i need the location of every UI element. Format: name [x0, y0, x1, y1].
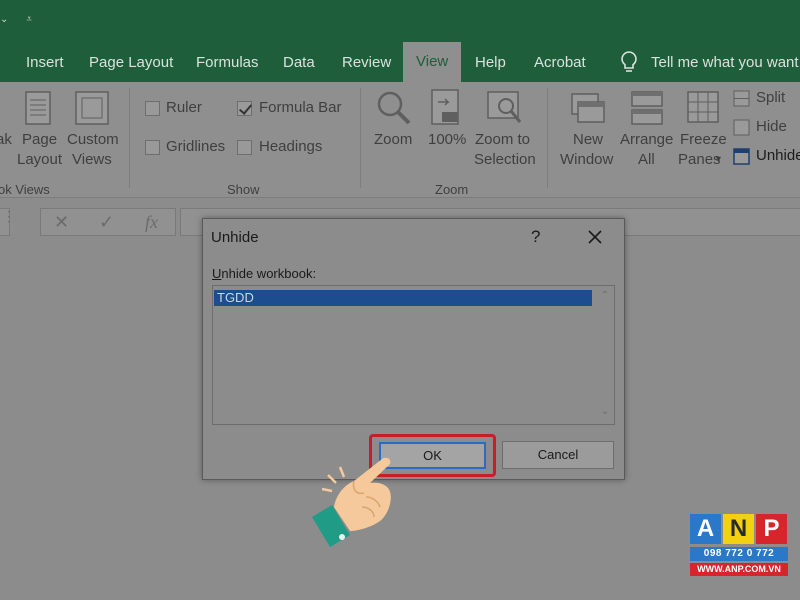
help-button[interactable]: ?: [531, 227, 540, 247]
arrange-all-line2[interactable]: All: [638, 150, 655, 170]
zoom-magnifier-icon[interactable]: [376, 90, 412, 126]
arrange-all-icon[interactable]: [630, 90, 664, 126]
lightbulb-icon: [621, 51, 637, 72]
ribbon-separator: [547, 88, 548, 188]
workbook-listbox[interactable]: TGDD ⌃ ⌄: [212, 285, 615, 425]
tab-page-layout[interactable]: Page Layout: [89, 54, 173, 71]
unhide-label[interactable]: Unhide: [756, 146, 800, 166]
custom-views-button-line2[interactable]: Views: [72, 150, 112, 170]
headings-label: Headings: [259, 138, 323, 155]
insert-function-icon[interactable]: fx: [145, 212, 158, 233]
custom-views-icon[interactable]: [74, 90, 110, 126]
list-item[interactable]: TGDD: [214, 290, 592, 306]
tab-data[interactable]: Data: [283, 54, 315, 71]
anp-letters: A N P: [690, 514, 788, 544]
unhide-icon[interactable]: [733, 148, 750, 165]
qat-customize-icon[interactable]: ⩡: [26, 14, 32, 25]
hide-label[interactable]: Hide: [756, 117, 787, 137]
hide-icon[interactable]: [733, 119, 750, 136]
logo-phone: 098 772 0 772: [690, 547, 788, 561]
logo-letter-n: N: [723, 514, 754, 544]
title-bar: ⌄ ⩡: [0, 0, 800, 42]
zoom-100-button-label[interactable]: 100%: [428, 130, 466, 150]
quick-access-toolbar: ⌄ ⩡: [0, 14, 32, 25]
gridlines-label: Gridlines: [166, 138, 226, 155]
tab-help[interactable]: Help: [475, 54, 506, 71]
unhide-workbook-label: Unhide workbook:: [212, 266, 316, 281]
tell-me-search[interactable]: Tell me what you want: [651, 54, 799, 71]
split-label[interactable]: Split: [756, 88, 785, 108]
zoom-to-selection-line2[interactable]: Selection: [474, 150, 536, 170]
new-window-line1[interactable]: New: [573, 130, 603, 150]
logo-url: WWW.ANP.COM.VN: [690, 563, 788, 576]
freeze-panes-dropdown-icon[interactable]: ▾: [716, 150, 721, 170]
unhide-dialog: Unhide ? Unhide workbook: TGDD ⌃ ⌄ OK Ca…: [202, 218, 625, 480]
qat-arrow-icon[interactable]: ⌄: [0, 14, 8, 25]
accelerator-key: U: [212, 266, 222, 281]
pointing-hand-icon: [312, 457, 391, 547]
tab-insert[interactable]: Insert: [26, 54, 64, 71]
cancel-entry-icon[interactable]: ✕: [54, 212, 69, 233]
zoom-to-selection-line1[interactable]: Zoom to: [475, 130, 530, 150]
freeze-panes-line1[interactable]: Freeze: [680, 130, 727, 150]
ribbon-separator: [360, 88, 361, 188]
scroll-up-icon[interactable]: ⌃: [598, 290, 612, 302]
formula-bar-label: Formula Bar: [259, 99, 342, 116]
page-layout-icon[interactable]: [24, 90, 52, 126]
ribbon-tab-bar: Insert Page Layout Formulas Data Review …: [0, 42, 800, 82]
logo-letter-a: A: [690, 514, 721, 544]
page-layout-button-line2[interactable]: Layout: [17, 150, 62, 170]
headings-checkbox[interactable]: [237, 140, 252, 155]
freeze-panes-icon[interactable]: [686, 90, 720, 126]
ribbon-separator: [129, 88, 130, 188]
enter-entry-icon[interactable]: ✓: [99, 212, 114, 233]
ruler-label: Ruler: [166, 99, 202, 116]
new-window-line2[interactable]: Window: [560, 150, 613, 170]
new-window-icon[interactable]: [570, 90, 606, 126]
logo-letter-p: P: [756, 514, 787, 544]
tab-formulas[interactable]: Formulas: [196, 54, 259, 71]
freeze-panes-line2[interactable]: Panes: [678, 150, 721, 170]
arrange-all-line1[interactable]: Arrange: [620, 130, 673, 150]
partial-workbook-view-label[interactable]: ak: [0, 130, 12, 150]
zoom-button-label[interactable]: Zoom: [374, 130, 412, 150]
formula-bar-checkbox[interactable]: [237, 101, 252, 116]
zoom-group-label: Zoom: [435, 182, 469, 197]
ribbon-view: ak Page Layout Custom Views ok Views Rul…: [0, 82, 800, 198]
custom-views-button-line1[interactable]: Custom: [67, 130, 119, 150]
page-layout-button-line1[interactable]: Page: [22, 130, 57, 150]
tab-review[interactable]: Review: [342, 54, 391, 71]
tab-view[interactable]: View: [403, 42, 462, 82]
label-text: nhide workbook:: [221, 266, 317, 281]
close-icon[interactable]: [585, 227, 605, 247]
anp-logo: A N P 098 772 0 772 WWW.ANP.COM.VN: [690, 514, 788, 586]
zoom-100-icon[interactable]: [430, 88, 462, 126]
ruler-checkbox[interactable]: [145, 101, 160, 116]
show-group-label: Show: [227, 182, 260, 197]
workbook-views-group-label: ok Views: [0, 182, 50, 197]
cancel-button[interactable]: Cancel: [502, 441, 614, 469]
zoom-to-selection-icon[interactable]: [486, 90, 524, 126]
tab-acrobat[interactable]: Acrobat: [534, 54, 586, 71]
gridlines-checkbox[interactable]: [145, 140, 160, 155]
split-icon[interactable]: [733, 90, 750, 107]
scroll-down-icon[interactable]: ⌄: [598, 406, 612, 418]
dialog-title: Unhide: [211, 229, 259, 246]
name-box-grip-icon: ⋮: [2, 208, 16, 224]
